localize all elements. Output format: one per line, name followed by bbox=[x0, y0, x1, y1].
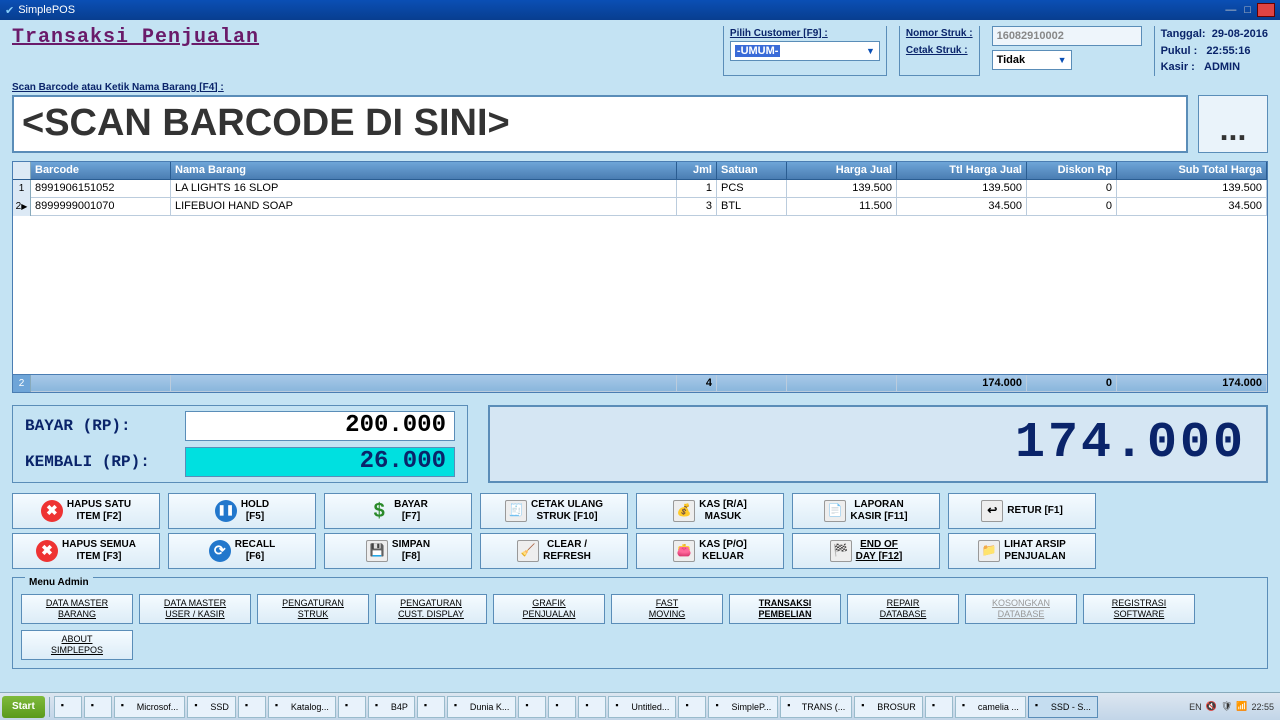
cetak-ulang-button[interactable]: 🧾CETAK ULANGSTRUK [F10] bbox=[480, 493, 628, 529]
cetak-struk-select[interactable]: Tidak ▼ bbox=[992, 50, 1072, 70]
app-icon: ✔ bbox=[5, 4, 14, 17]
cash-in-icon: 💰 bbox=[673, 500, 695, 522]
items-table: Barcode Nama Barang Jml Satuan Harga Jua… bbox=[12, 161, 1268, 393]
nomor-struk-field[interactable]: 16082910002 bbox=[992, 26, 1142, 46]
minimize-button[interactable]: — bbox=[1225, 4, 1236, 16]
archive-icon: 📁 bbox=[978, 540, 1000, 562]
taskbar-item[interactable]: ▪TRANS (... bbox=[780, 696, 852, 718]
taskbar-item[interactable]: ▪B4P bbox=[368, 696, 415, 718]
clock: 22:55 bbox=[1251, 702, 1274, 712]
recall-icon: ⟳ bbox=[209, 540, 231, 562]
taskbar-item[interactable]: ▪ bbox=[548, 696, 576, 718]
taskbar: Start ▪▪▪Microsof...▪SSD▪▪Katalog...▪▪B4… bbox=[0, 692, 1280, 720]
window-title: SimplePOS bbox=[18, 4, 75, 16]
admin-button[interactable]: PENGATURANSTRUK bbox=[257, 594, 369, 624]
admin-button[interactable]: DATA MASTERUSER / KASIR bbox=[139, 594, 251, 624]
eod-button[interactable]: 🏁END OFDAY [F12] bbox=[792, 533, 940, 569]
page-title: Transaksi Penjualan bbox=[12, 26, 259, 49]
kas-masuk-button[interactable]: 💰KAS [R/A]MASUK bbox=[636, 493, 784, 529]
admin-button[interactable]: TRANSAKSIPEMBELIAN bbox=[729, 594, 841, 624]
taskbar-item[interactable]: ▪BROSUR bbox=[854, 696, 923, 718]
taskbar-item[interactable]: ▪ bbox=[925, 696, 953, 718]
taskbar-item[interactable]: ▪ bbox=[678, 696, 706, 718]
save-icon: 💾 bbox=[366, 540, 388, 562]
dollar-icon: $ bbox=[368, 500, 390, 522]
chevron-down-icon: ▼ bbox=[1058, 55, 1067, 65]
table-row[interactable]: 1 8991906151052 LA LIGHTS 16 SLOP 1 PCS … bbox=[13, 180, 1267, 198]
taskbar-item[interactable]: ▪SSD bbox=[187, 696, 236, 718]
session-info: Tanggal: 29-08-2016 Pukul : 22:55:16 Kas… bbox=[1154, 26, 1268, 76]
report-icon: 📄 bbox=[824, 500, 846, 522]
admin-button[interactable]: DATA MASTERBARANG bbox=[21, 594, 133, 624]
taskbar-item[interactable]: ▪SSD - S... bbox=[1028, 696, 1098, 718]
taskbar-item[interactable]: ▪Untitled... bbox=[608, 696, 676, 718]
laporan-button[interactable]: 📄LAPORANKASIR [F11] bbox=[792, 493, 940, 529]
total-display: 174.000 bbox=[488, 405, 1268, 483]
customer-box: Pilih Customer [F9] : -UMUM- ▼ bbox=[723, 26, 887, 76]
taskbar-item[interactable]: ▪ bbox=[417, 696, 445, 718]
window-titlebar: ✔ SimplePOS — □ bbox=[0, 0, 1280, 20]
maximize-button[interactable]: □ bbox=[1244, 4, 1251, 16]
hapus-satu-button[interactable]: ✖HAPUS SATUITEM [F2] bbox=[12, 493, 160, 529]
bayar-label: BAYAR (RP): bbox=[25, 417, 185, 435]
taskbar-item[interactable]: ▪ bbox=[338, 696, 366, 718]
taskbar-item[interactable]: ▪camelia ... bbox=[955, 696, 1026, 718]
kembali-label: KEMBALI (RP): bbox=[25, 453, 185, 471]
taskbar-item[interactable]: ▪ bbox=[578, 696, 606, 718]
admin-button: KOSONGKANDATABASE bbox=[965, 594, 1077, 624]
close-button[interactable] bbox=[1257, 3, 1275, 17]
pause-icon: ❚❚ bbox=[215, 500, 237, 522]
taskbar-item[interactable]: ▪Dunia K... bbox=[447, 696, 517, 718]
start-button[interactable]: Start bbox=[2, 696, 45, 718]
chevron-down-icon: ▼ bbox=[866, 46, 875, 56]
admin-button[interactable]: REGISTRASISOFTWARE bbox=[1083, 594, 1195, 624]
arsip-button[interactable]: 📁LIHAT ARSIPPENJUALAN bbox=[948, 533, 1096, 569]
admin-button[interactable]: FASTMOVING bbox=[611, 594, 723, 624]
cetak-struk-label: Cetak Struk : bbox=[906, 45, 973, 56]
clear-button[interactable]: 🧹CLEAR /REFRESH bbox=[480, 533, 628, 569]
clear-icon: 🧹 bbox=[517, 540, 539, 562]
hapus-semua-button[interactable]: ✖HAPUS SEMUAITEM [F3] bbox=[12, 533, 160, 569]
taskbar-item[interactable]: ▪ bbox=[54, 696, 82, 718]
recall-button[interactable]: ⟳RECALL[F6] bbox=[168, 533, 316, 569]
admin-menu: Menu Admin DATA MASTERBARANGDATA MASTERU… bbox=[12, 577, 1268, 669]
bayar-input[interactable]: 200.000 bbox=[185, 411, 455, 441]
taskbar-item[interactable]: ▪Katalog... bbox=[268, 696, 336, 718]
taskbar-item[interactable]: ▪Microsof... bbox=[114, 696, 186, 718]
kas-keluar-button[interactable]: 👛KAS [P/O]KELUAR bbox=[636, 533, 784, 569]
hold-button[interactable]: ❚❚HOLD[F5] bbox=[168, 493, 316, 529]
taskbar-item[interactable]: ▪ bbox=[84, 696, 112, 718]
admin-button[interactable]: PENGATURANCUST. DISPLAY bbox=[375, 594, 487, 624]
browse-item-button[interactable]: ... bbox=[1198, 95, 1268, 153]
simpan-button[interactable]: 💾SIMPAN[F8] bbox=[324, 533, 472, 569]
table-row[interactable]: 2▶ 8999999001070 LIFEBUOI HAND SOAP 3 BT… bbox=[13, 198, 1267, 216]
eod-icon: 🏁 bbox=[830, 540, 852, 562]
delete-icon: ✖ bbox=[41, 500, 63, 522]
customer-label: Pilih Customer [F9] : bbox=[730, 28, 880, 39]
customer-select[interactable]: -UMUM- ▼ bbox=[730, 41, 880, 61]
bayar-button[interactable]: $BAYAR[F7] bbox=[324, 493, 472, 529]
receipt-icon: 🧾 bbox=[505, 500, 527, 522]
system-tray[interactable]: EN 🔇🛡📶 22:55 bbox=[1189, 701, 1278, 712]
admin-legend: Menu Admin bbox=[25, 577, 93, 588]
kembali-value: 26.000 bbox=[185, 447, 455, 477]
scan-label: Scan Barcode atau Ketik Nama Barang [F4]… bbox=[12, 82, 1268, 93]
retur-button[interactable]: ↩RETUR [F1] bbox=[948, 493, 1096, 529]
admin-button[interactable]: REPAIRDATABASE bbox=[847, 594, 959, 624]
taskbar-item[interactable]: ▪SimpleP... bbox=[708, 696, 778, 718]
taskbar-item[interactable]: ▪ bbox=[518, 696, 546, 718]
admin-button[interactable]: GRAFIKPENJUALAN bbox=[493, 594, 605, 624]
admin-button[interactable]: ABOUTSIMPLEPOS bbox=[21, 630, 133, 660]
taskbar-item[interactable]: ▪ bbox=[238, 696, 266, 718]
barcode-input[interactable]: <SCAN BARCODE DI SINI> bbox=[12, 95, 1188, 153]
struk-box: Nomor Struk : Cetak Struk : bbox=[899, 26, 980, 76]
payment-box: BAYAR (RP): 200.000 KEMBALI (RP): 26.000 bbox=[12, 405, 468, 483]
return-icon: ↩ bbox=[981, 500, 1003, 522]
nomor-struk-label: Nomor Struk : bbox=[906, 28, 973, 39]
cash-out-icon: 👛 bbox=[673, 540, 695, 562]
delete-all-icon: ✖ bbox=[36, 540, 58, 562]
